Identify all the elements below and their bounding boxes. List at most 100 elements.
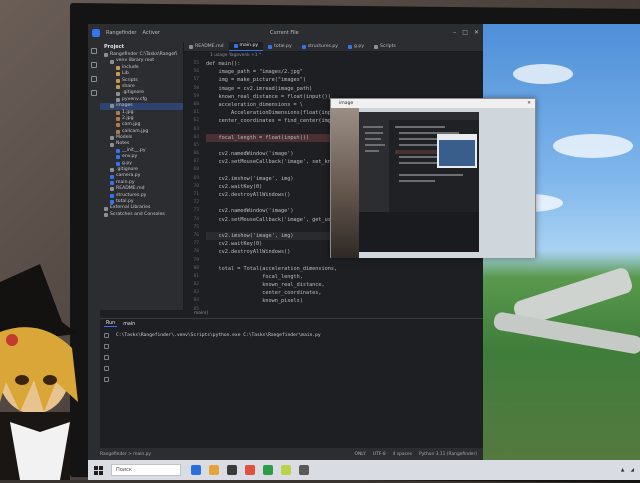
code-line[interactable]: def main(): xyxy=(206,60,483,68)
stop-icon[interactable] xyxy=(103,344,109,349)
plush-doll xyxy=(0,264,78,480)
code-line[interactable]: image_path = "images/2.jpg" xyxy=(206,68,483,76)
maximize-icon[interactable]: □ xyxy=(462,29,468,36)
line-number: 70 xyxy=(193,183,199,189)
editor-tab[interactable]: Scripts xyxy=(369,42,401,51)
editor-tab-label: structures.py xyxy=(307,43,339,49)
taskbar-apps xyxy=(191,465,309,475)
taskbar-app-icon[interactable] xyxy=(263,465,273,475)
status-breadcrumb[interactable]: Rangefinder > main.py xyxy=(88,452,151,457)
editor-tab[interactable]: main.py xyxy=(228,42,264,51)
opencv-window-titlebar: image ✕ xyxy=(331,99,535,108)
tree-item[interactable]: Scratches and Consoles xyxy=(100,212,183,218)
commit-icon[interactable] xyxy=(91,62,97,68)
taskbar-app-icon[interactable] xyxy=(191,465,201,475)
file-icon xyxy=(110,193,114,198)
windows-taskbar: Поиск ▲ ◢ xyxy=(88,460,640,480)
taskbar-app-icon[interactable] xyxy=(245,465,255,475)
scroll-icon[interactable] xyxy=(103,355,109,360)
line-number: 83 xyxy=(193,290,199,296)
file-icon xyxy=(116,97,120,102)
network-icon[interactable]: ▲ xyxy=(621,468,625,473)
line-number: 69 xyxy=(193,175,199,181)
status-item[interactable]: ONLY xyxy=(355,452,366,457)
run-tab[interactable]: Run xyxy=(104,321,118,327)
search-placeholder: Поиск xyxy=(116,467,132,473)
code-line[interactable]: known_real_distance, xyxy=(206,281,483,289)
run-toolbar xyxy=(100,329,112,449)
project-header[interactable]: Project xyxy=(100,42,183,52)
tool-window-bar xyxy=(88,42,100,460)
code-line[interactable]: total = Total(acceleration_dimensions, xyxy=(206,265,483,273)
line-number: 72 xyxy=(193,200,199,206)
file-icon xyxy=(110,142,114,147)
code-line[interactable]: image = cv2.imread(image_path) xyxy=(206,85,483,93)
run-config[interactable]: Current File xyxy=(270,30,299,36)
print-icon[interactable] xyxy=(103,366,109,371)
code-line[interactable]: center_coordinates, xyxy=(206,289,483,297)
more-icon[interactable] xyxy=(91,90,97,96)
editor-tab[interactable]: structures.py xyxy=(297,42,343,51)
tree-item-label: Scratches and Consoles xyxy=(110,211,165,217)
opencv-image-window[interactable]: image ✕ xyxy=(330,98,536,258)
opencv-image[interactable] xyxy=(331,108,535,258)
code-line[interactable]: img = make_picture("images") xyxy=(206,76,483,84)
taskbar-app-icon[interactable] xyxy=(209,465,219,475)
file-icon xyxy=(116,91,120,96)
close-icon[interactable]: ✕ xyxy=(527,99,531,108)
line-number: 56 xyxy=(193,69,199,75)
line-number: 61 xyxy=(193,110,199,116)
screenshot-of-ide xyxy=(359,112,479,252)
file-icon xyxy=(110,200,114,205)
breadcrumb[interactable]: main() xyxy=(184,310,483,318)
file-icon xyxy=(189,44,193,49)
file-icon xyxy=(110,181,114,185)
file-icon xyxy=(116,117,120,122)
line-number: 65 xyxy=(193,142,199,148)
file-icon xyxy=(116,85,120,90)
editor-tab[interactable]: g.py xyxy=(343,42,369,51)
project-name[interactable]: Rangefinder xyxy=(106,30,136,36)
line-number: 59 xyxy=(193,93,199,99)
taskbar-app-icon[interactable] xyxy=(227,465,237,475)
usages-hint: 1 usage Yagovenk +1 * xyxy=(210,53,262,58)
editor-tab[interactable]: total.py xyxy=(263,42,297,51)
folder-icon[interactable] xyxy=(91,48,97,54)
run-panel: Run main C:\Tasks\Rangefinder\.venv\Scri… xyxy=(100,318,483,448)
system-tray: ▲ ◢ xyxy=(621,468,634,473)
line-number: 60 xyxy=(193,101,199,107)
line-number: 77 xyxy=(193,241,199,247)
run-config-tab[interactable]: main xyxy=(123,322,135,327)
delete-icon[interactable] xyxy=(103,377,109,382)
file-icon xyxy=(104,212,108,217)
line-number: 68 xyxy=(193,167,199,173)
rerun-icon[interactable] xyxy=(103,333,109,338)
file-icon xyxy=(116,149,120,154)
opencv-window-title: image xyxy=(339,101,354,106)
file-icon xyxy=(116,123,120,128)
line-number: 82 xyxy=(193,282,199,288)
file-icon xyxy=(110,174,114,179)
taskbar-search[interactable]: Поиск xyxy=(111,464,181,476)
taskbar-app-icon[interactable] xyxy=(299,465,309,475)
branch-name[interactable]: Activer xyxy=(142,30,160,36)
status-item[interactable]: Python 3.11 (Rangefinder) xyxy=(419,452,477,457)
status-item[interactable]: 4 spaces xyxy=(393,452,412,457)
line-number: 63 xyxy=(193,126,199,132)
taskbar-app-icon[interactable] xyxy=(281,465,291,475)
start-icon[interactable] xyxy=(94,465,103,475)
editor-tab[interactable]: README.md xyxy=(184,42,229,51)
close-icon[interactable]: ✕ xyxy=(474,29,479,36)
minimize-icon[interactable]: – xyxy=(453,29,456,36)
code-line[interactable]: known_pixels) xyxy=(206,297,483,305)
status-item[interactable]: UTF-8 xyxy=(373,452,386,457)
photo-region xyxy=(331,108,359,258)
structure-icon[interactable] xyxy=(91,76,97,82)
volume-icon[interactable]: ◢ xyxy=(630,468,634,473)
nested-ide-preview xyxy=(359,112,479,252)
wallpaper-road xyxy=(492,311,640,355)
editor-tab-label: main.py xyxy=(239,43,259,48)
code-line[interactable]: focal_length, xyxy=(206,273,483,281)
line-number: 74 xyxy=(193,216,199,222)
project-panel: Project Rangefinder C:\Tasks\Rangefi venv… xyxy=(100,42,184,310)
